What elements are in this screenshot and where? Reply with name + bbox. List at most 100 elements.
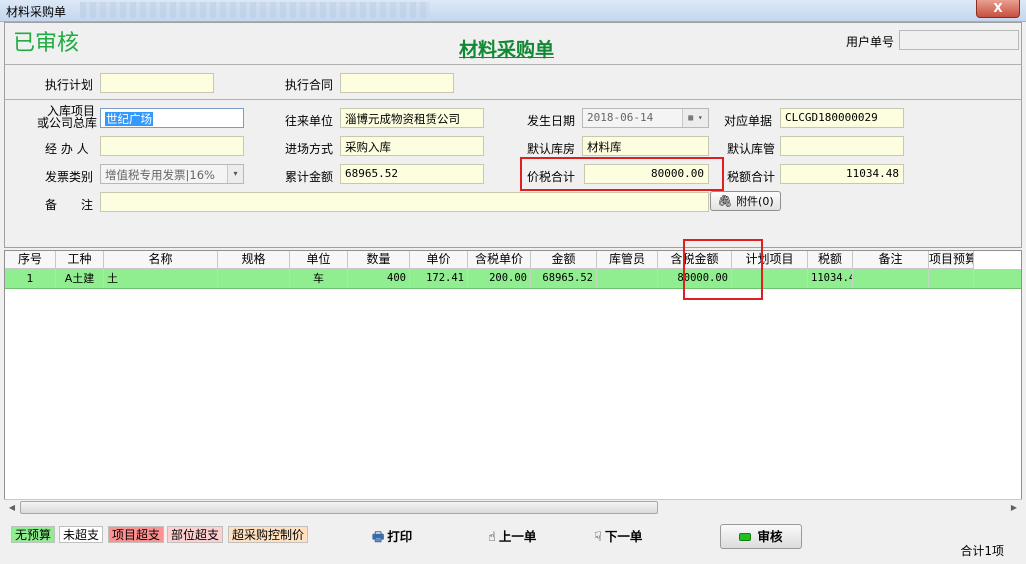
- invoice-type-value: 增值税专用发票|16%: [105, 168, 215, 182]
- column-header[interactable]: 单价: [410, 251, 468, 269]
- table-cell-amount[interactable]: 68965.52: [531, 269, 597, 288]
- table-cell-unit[interactable]: 车: [290, 269, 348, 288]
- item-count: 合计1项: [960, 544, 1004, 558]
- total-amount-label: 累计金额: [285, 170, 334, 184]
- ref-no-field[interactable]: CLCGD180000029: [780, 108, 904, 128]
- column-header[interactable]: 规格: [218, 251, 290, 269]
- exec-plan-label: 执行计划: [45, 78, 94, 92]
- date-field[interactable]: 2018-06-14 ▦ ▾: [582, 108, 709, 128]
- invoice-type-select[interactable]: 增值税专用发票|16% ▾: [100, 164, 244, 184]
- column-header[interactable]: 项目预算: [929, 251, 974, 269]
- scroll-thumb[interactable]: [20, 501, 658, 514]
- status-light-icon: [739, 533, 752, 541]
- approve-button[interactable]: 审核: [720, 524, 802, 549]
- title-bar: 材料采购单 X: [0, 0, 1026, 22]
- next-label: 下一单: [604, 529, 643, 544]
- column-header[interactable]: 单位: [290, 251, 348, 269]
- window-title: 材料采购单: [6, 5, 67, 19]
- table-cell-note[interactable]: [853, 269, 929, 288]
- divider: [5, 64, 1021, 65]
- total-amount-field[interactable]: 68965.52: [340, 164, 484, 184]
- table-cell-tax[interactable]: 11034.48: [808, 269, 853, 288]
- chevron-down-icon[interactable]: ▾: [227, 165, 243, 183]
- table-cell-spec[interactable]: [218, 269, 290, 288]
- entry-mode-field[interactable]: 采购入库: [340, 136, 484, 156]
- print-label: 打印: [387, 529, 413, 544]
- scroll-left-icon[interactable]: ◀: [4, 500, 20, 515]
- table-cell-budget[interactable]: [929, 269, 974, 288]
- table-row[interactable]: 1 A土建土车 400 172.41 200.00 68965.52 80000.00 110…: [5, 269, 1021, 289]
- exec-contract-field[interactable]: [340, 73, 454, 93]
- ref-no-label: 对应单据: [724, 114, 773, 128]
- table-cell-keeper[interactable]: [597, 269, 658, 288]
- user-no-field[interactable]: [899, 30, 1019, 50]
- prev-label: 上一单: [498, 529, 537, 544]
- exec-plan-field[interactable]: [100, 73, 214, 93]
- column-header[interactable]: 库管员: [597, 251, 658, 269]
- attachment-label: 附件(0): [736, 195, 774, 208]
- form-title: 材料采购单: [459, 39, 555, 61]
- column-header[interactable]: 名称: [104, 251, 218, 269]
- print-button[interactable]: 🖶 打印: [372, 528, 412, 546]
- remark-label: 备 注: [45, 198, 94, 212]
- wh-manager-field[interactable]: [780, 136, 904, 156]
- column-header[interactable]: 数量: [348, 251, 410, 269]
- date-label: 发生日期: [527, 114, 576, 128]
- handler-label: 经 办 人: [45, 142, 89, 156]
- hand-down-icon: ☟: [594, 530, 602, 545]
- entry-mode-label: 进场方式: [285, 142, 334, 156]
- column-header[interactable]: 备注: [853, 251, 929, 269]
- tax-total-label: 税额合计: [727, 170, 776, 184]
- table-cell-trade[interactable]: A土建: [56, 269, 104, 288]
- legend-item: 无预算: [11, 526, 56, 543]
- table-cell-tax-price[interactable]: 200.00: [468, 269, 531, 288]
- partner-label: 往来单位: [285, 114, 334, 128]
- divider: [5, 99, 1021, 100]
- approve-label: 审核: [757, 529, 783, 544]
- status-badge: 已审核: [13, 31, 80, 56]
- tax-total-field[interactable]: 11034.48: [780, 164, 904, 184]
- project-field[interactable]: 世纪广场: [100, 108, 244, 128]
- invoice-type-label: 发票类别: [45, 170, 94, 184]
- scroll-right-icon[interactable]: ▶: [1006, 500, 1022, 515]
- table-cell-name[interactable]: 土: [104, 269, 218, 288]
- next-button[interactable]: ☟ 下一单: [594, 528, 642, 546]
- warehouse-field[interactable]: 材料库: [582, 136, 709, 156]
- horizontal-scrollbar[interactable]: ◀ ▶: [4, 499, 1022, 515]
- table-cell-price[interactable]: 172.41: [410, 269, 468, 288]
- legend-item: 未超支: [59, 526, 104, 543]
- remark-field[interactable]: [100, 192, 709, 212]
- wh-manager-label: 默认库管: [727, 142, 776, 156]
- table-cell-seq[interactable]: 1: [5, 269, 56, 288]
- hand-up-icon: ☝: [488, 530, 496, 545]
- prev-button[interactable]: ☝ 上一单: [488, 528, 536, 546]
- project-value: 世纪广场: [105, 112, 153, 126]
- handler-field[interactable]: [100, 136, 244, 156]
- form-panel: 已审核 材料采购单 用户单号 执行计划 执行合同 入库项目 或公司总库 世纪广场…: [4, 22, 1022, 248]
- user-no-label: 用户单号: [846, 35, 895, 49]
- printer-icon: 🖶: [372, 530, 385, 545]
- legend-item: 部位超支: [167, 526, 224, 543]
- paperclip-icon: 🖇: [717, 194, 733, 208]
- bottom-toolbar: 无预算 未超支 项目超支 部位超支 超采购控制价 🖶 打印 ☝ 上一单 ☟ 下一单 审核 合计…: [0, 518, 1026, 564]
- column-header[interactable]: 工种: [56, 251, 104, 269]
- table-cell-qty[interactable]: 400: [348, 269, 410, 288]
- column-header[interactable]: 税额: [808, 251, 853, 269]
- project-label-line2: 或公司总库: [37, 116, 98, 130]
- calendar-dropdown-icon[interactable]: ▦ ▾: [682, 109, 708, 127]
- close-button[interactable]: X: [976, 0, 1020, 18]
- project-label: 入库项目 或公司总库: [37, 105, 97, 129]
- exec-contract-label: 执行合同: [285, 78, 334, 92]
- background-blur: [80, 2, 430, 18]
- warehouse-label: 默认库房: [527, 142, 576, 156]
- legend-item: 超采购控制价: [228, 526, 309, 543]
- column-header[interactable]: 序号: [5, 251, 56, 269]
- total-tax-incl-field[interactable]: 80000.00: [584, 164, 709, 184]
- attachment-button[interactable]: 🖇 附件(0): [710, 191, 781, 211]
- column-header[interactable]: 金额: [531, 251, 597, 269]
- detail-grid[interactable]: 序号 工种 名称 规格 单位 数量 单价 含税单价 金额 库管员 含税金额 计划项目 税额 备注 项目预算 …: [4, 250, 1022, 514]
- partner-field[interactable]: 淄博元成物资租赁公司: [340, 108, 484, 128]
- highlight-box: [683, 239, 763, 300]
- date-value: 2018-06-14: [587, 111, 654, 124]
- column-header[interactable]: 含税单价: [468, 251, 531, 269]
